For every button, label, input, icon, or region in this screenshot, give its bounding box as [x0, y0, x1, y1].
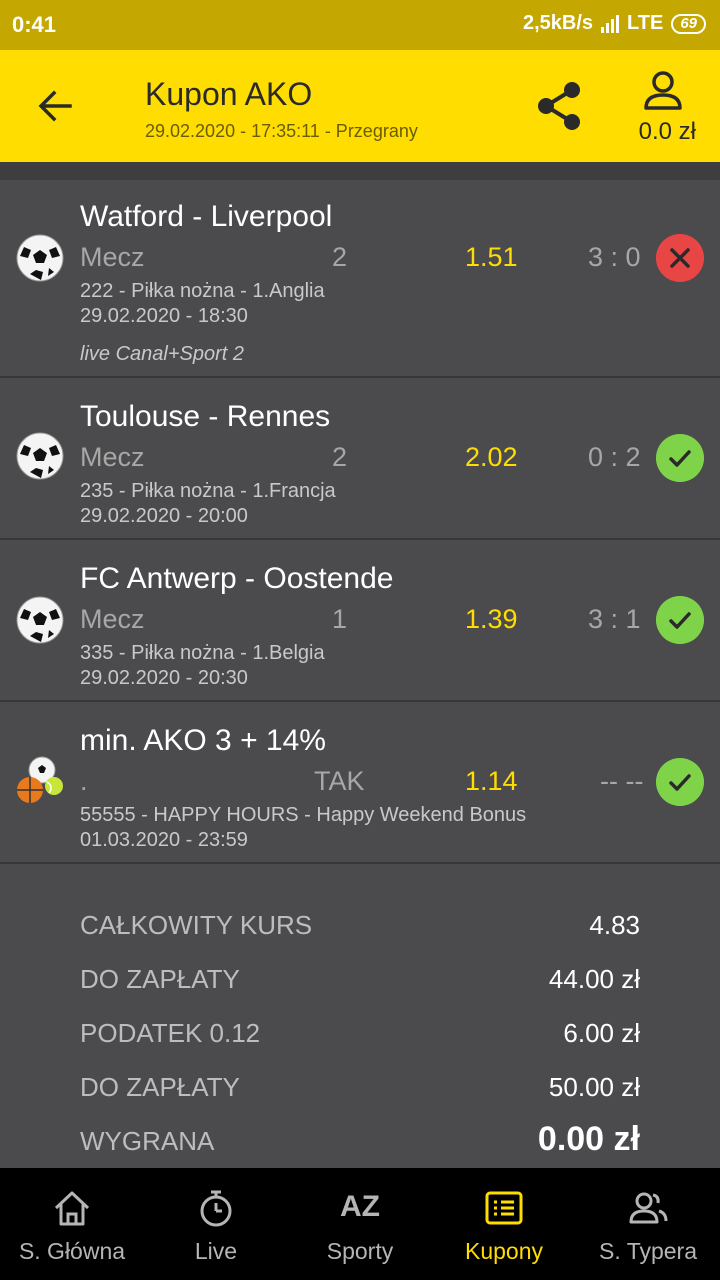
- summary-row: CAŁKOWITY KURS 4.83: [0, 890, 720, 944]
- pick-value: 2: [332, 442, 348, 472]
- status-right: 2,5kB/s LTE 69: [523, 12, 706, 35]
- nav-tipster-label: S. Typera: [598, 1238, 698, 1264]
- page-subtitle: 29.02.2020 - 17:35:11 - Przegrany: [145, 121, 418, 141]
- status-time: 0:41: [12, 12, 57, 37]
- summary-row-winnings: WYGRANA 0.00 zł: [0, 1106, 720, 1160]
- stopwatch-icon: [200, 1190, 232, 1227]
- home-icon: [54, 1191, 90, 1226]
- nav-coupons-label: Kupony: [464, 1238, 543, 1264]
- summary-label: PODATEK 0.12: [80, 1018, 261, 1048]
- market-label: Mecz: [80, 442, 145, 472]
- score-value: -- --: [600, 766, 644, 796]
- users-icon: [629, 1192, 668, 1224]
- match-date: 29.02.2020 - 20:00: [80, 505, 248, 527]
- pick-value: 2: [332, 242, 348, 272]
- match-date: 29.02.2020 - 18:30: [80, 305, 248, 327]
- share-icon[interactable]: [532, 78, 586, 134]
- pick-value: 1: [332, 604, 348, 634]
- winnings-label: WYGRANA: [80, 1126, 215, 1156]
- summary-label: CAŁKOWITY KURS: [80, 910, 313, 940]
- nav-live[interactable]: Live: [144, 1168, 288, 1280]
- market-label: Mecz: [80, 242, 145, 272]
- league-info: 235 - Piłka nożna - 1.Francja: [80, 480, 336, 502]
- odds-value: 1.39: [465, 604, 518, 634]
- bottom-navigation: S. Główna Live AZ Sporty Kupony S. Typer…: [0, 1168, 720, 1280]
- summary-row: DO ZAPŁATY 50.00 zł: [0, 1052, 720, 1106]
- pick-value: TAK: [314, 766, 365, 796]
- match-name: Watford - Liverpool: [80, 200, 333, 233]
- multi-sport-icon: [17, 756, 63, 803]
- network-type: LTE: [627, 12, 664, 34]
- bet-row[interactable]: Watford - Liverpool Mecz 2 1.51 3 : 0 22…: [0, 180, 720, 378]
- network-speed: 2,5kB/s: [522, 12, 594, 34]
- summary-value: 4.83: [589, 910, 640, 940]
- nav-tipster[interactable]: S. Typera: [576, 1168, 720, 1280]
- signal-icon: [601, 14, 620, 33]
- bet-details-line: Mecz 2 2.02 0 : 2: [80, 442, 720, 476]
- football-icon: [16, 234, 64, 282]
- score-value: 3 : 0: [588, 242, 641, 272]
- summary-label: DO ZAPŁATY: [80, 1072, 240, 1102]
- tv-broadcast: live Canal+Sport 2: [80, 343, 244, 365]
- bet-list: Watford - Liverpool Mecz 2 1.51 3 : 0 22…: [0, 180, 720, 864]
- az-icon: AZ: [340, 1190, 380, 1223]
- market-label: Mecz: [80, 604, 145, 634]
- header-divider: [0, 162, 720, 180]
- nav-sports-label: Sporty: [326, 1238, 394, 1264]
- status-bar: 0:41 2,5kB/s LTE 69: [0, 0, 720, 50]
- nav-live-label: Live: [194, 1238, 238, 1264]
- nav-coupons[interactable]: Kupony: [432, 1168, 576, 1280]
- league-info: 55555 - HAPPY HOURS - Happy Weekend Bonu…: [80, 804, 527, 826]
- bet-details-line: . TAK 1.14 -- --: [80, 766, 720, 800]
- summary-label: DO ZAPŁATY: [80, 964, 240, 994]
- nav-home[interactable]: S. Główna: [0, 1168, 144, 1280]
- league-info: 222 - Piłka nożna - 1.Anglia: [80, 280, 325, 302]
- bet-row[interactable]: min. AKO 3 + 14% . TAK 1.14 -- -- 55555 …: [0, 702, 720, 864]
- battery-icon: 69: [671, 13, 706, 34]
- coupon-list-icon: [485, 1191, 523, 1225]
- football-icon: [16, 432, 64, 480]
- summary-value: 50.00 zł: [548, 1072, 640, 1102]
- odds-value: 2.02: [465, 442, 518, 472]
- bet-row[interactable]: Toulouse - Rennes Mecz 2 2.02 0 : 2 235 …: [0, 378, 720, 540]
- score-value: 3 : 1: [588, 604, 641, 634]
- match-date: 01.03.2020 - 23:59: [80, 829, 248, 851]
- football-icon: [16, 596, 64, 644]
- bet-row[interactable]: FC Antwerp - Oostende Mecz 1 1.39 3 : 1 …: [0, 540, 720, 702]
- won-check-icon: [656, 758, 704, 806]
- nav-home-label: S. Główna: [18, 1238, 126, 1264]
- match-date: 29.02.2020 - 20:30: [80, 667, 248, 689]
- back-arrow-icon[interactable]: [30, 80, 82, 132]
- user-account-icon[interactable]: [640, 68, 686, 114]
- coupon-summary: CAŁKOWITY KURS 4.83 DO ZAPŁATY 44.00 zł …: [0, 890, 720, 1160]
- nav-sports[interactable]: AZ Sporty: [288, 1168, 432, 1280]
- lost-x-icon: [656, 234, 704, 282]
- summary-value: 6.00 zł: [563, 1018, 640, 1048]
- won-check-icon: [656, 434, 704, 482]
- winnings-value: 0.00 zł: [537, 1120, 640, 1158]
- account-balance[interactable]: 0.0 zł: [639, 118, 696, 146]
- match-name: Toulouse - Rennes: [80, 400, 331, 433]
- page-title: Kupon AKO: [145, 76, 313, 112]
- app-header: Kupon AKO 29.02.2020 - 17:35:11 - Przegr…: [0, 50, 720, 162]
- market-label: .: [80, 766, 88, 796]
- odds-value: 1.51: [465, 242, 518, 272]
- league-info: 335 - Piłka nożna - 1.Belgia: [80, 642, 325, 664]
- match-name: FC Antwerp - Oostende: [80, 562, 394, 595]
- summary-row: DO ZAPŁATY 44.00 zł: [0, 944, 720, 998]
- won-check-icon: [656, 596, 704, 644]
- summary-value: 44.00 zł: [548, 964, 640, 994]
- bet-details-line: Mecz 1 1.39 3 : 1: [80, 604, 720, 638]
- score-value: 0 : 2: [588, 442, 641, 472]
- summary-row: PODATEK 0.12 6.00 zł: [0, 998, 720, 1052]
- odds-value: 1.14: [465, 766, 518, 796]
- match-name: min. AKO 3 + 14%: [80, 724, 326, 757]
- bet-details-line: Mecz 2 1.51 3 : 0: [80, 242, 720, 276]
